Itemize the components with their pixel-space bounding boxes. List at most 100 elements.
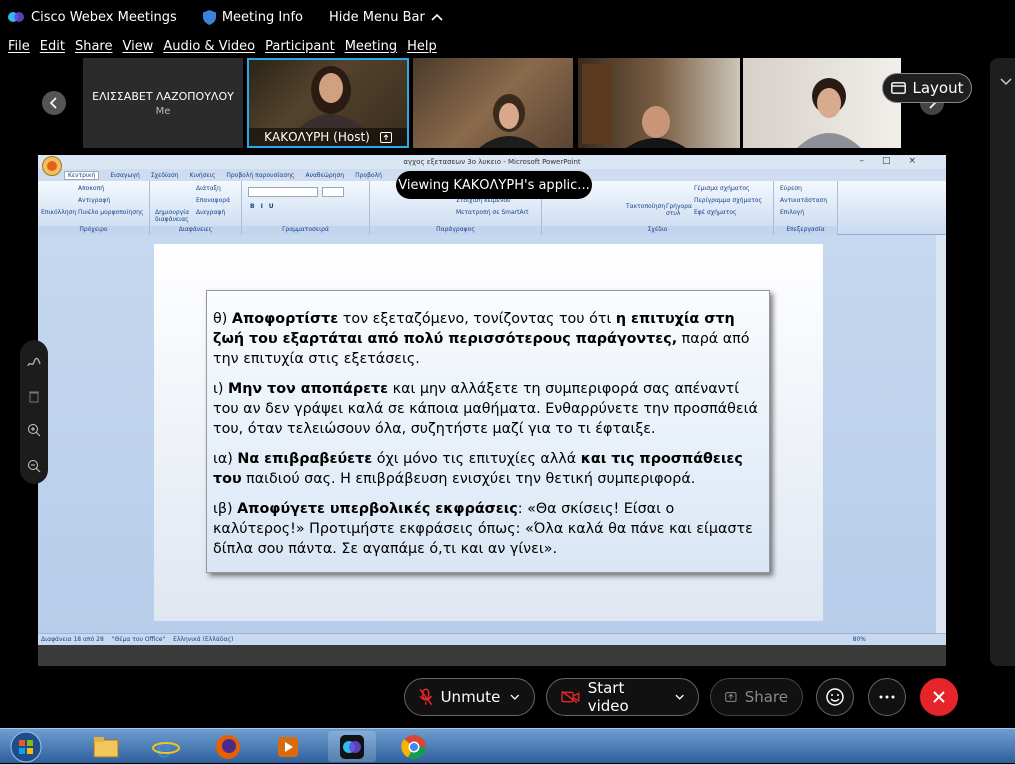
meeting-info-button[interactable]: Meeting Info [202,9,303,25]
ppt-tab-review[interactable]: Αναθεώρηση [306,172,345,179]
ribbon-group-slides: Δημιουργία διαφάνειας Διάταξη Επαναφορά … [150,181,242,235]
ppt-tab-design[interactable]: Σχεδίαση [151,172,179,179]
meeting-controls: Unmute Start video Share [0,668,1015,728]
chevron-up-icon [431,13,443,21]
share-button[interactable]: Share [710,678,803,716]
menu-file[interactable]: File [8,39,30,54]
annotate-pen-icon[interactable] [27,354,41,368]
font-size-select[interactable] [322,187,344,197]
host-name: ΚΑΚΟΛΥΡΗ (Host) [264,130,370,144]
firefox-taskbar-button[interactable] [204,731,252,762]
more-options-button[interactable] [868,678,906,716]
powerpoint-taskbar-button[interactable] [264,731,312,762]
ppt-tab-insert[interactable]: Εισαγωγή [110,172,140,179]
quick-styles-button[interactable]: Γρήγορα στυλ [666,203,692,217]
menu-edit[interactable]: Edit [40,39,65,54]
ppt-tab-home[interactable]: Κεντρική [64,170,100,180]
participant-tile-host[interactable]: ΚΑΚΟΛΥΡΗ (Host) [247,58,409,148]
chrome-taskbar-button[interactable] [390,731,438,762]
slide-text-box[interactable]: θ) Αποφορτίστε τον εξεταζόμενο, τονίζοντ… [206,290,770,573]
shape-fill-button[interactable]: Γέμισμα σχήματος [694,185,750,192]
ppt-slide-area[interactable]: θ) Αποφορτίστε τον εξεταζόμενο, τονίζοντ… [38,235,946,636]
menu-audio-video[interactable]: Audio & Video [163,39,255,54]
trash-icon[interactable] [27,388,41,403]
delete-slide-button[interactable]: Διαγραφή [196,209,225,216]
reset-button[interactable]: Επαναφορά [196,197,230,204]
menu-view[interactable]: View [122,39,153,54]
start-button[interactable] [0,731,52,762]
layout-button[interactable]: Layout [882,73,972,103]
para-text: όχι μόνο τις επιτυχίες αλλά [372,451,581,467]
arrange-button[interactable]: Τακτοποίηση [626,203,665,210]
webex-logo-icon [8,12,24,22]
participant-tile-2[interactable] [413,58,573,148]
menu-bar: File Edit Share View Audio & Video Parti… [0,36,1015,56]
start-video-button[interactable]: Start video [546,678,699,716]
replace-button[interactable]: Αντικατάσταση [780,197,827,204]
ppt-tab-animations[interactable]: Κινήσεις [190,172,216,179]
shape-outline-button[interactable]: Περίγραμμα σχήματος [694,197,762,204]
cut-button[interactable]: Αποκοπή [78,185,104,192]
share-label: Share [744,688,788,706]
ppt-window-controls[interactable]: –□× [859,156,934,166]
chevron-down-icon[interactable] [1000,78,1012,86]
reactions-button[interactable] [816,678,854,716]
convert-smartart-button[interactable]: Μετατροπή σε SmartArt [456,209,528,216]
para-prefix: ια) [213,451,238,467]
ppt-tab-slideshow[interactable]: Προβολή παρουσίασης [226,172,294,179]
slide-paragraph: ι) Μην τον αποπάρετε και μην αλλάξετε τη… [213,379,765,439]
menu-share[interactable]: Share [75,39,113,54]
paste-button[interactable]: Επικόλληση [41,209,76,216]
ribbon-group-editing: Εύρεση Αντικατάσταση Επιλογή Επεξεργασία [774,181,838,235]
slide[interactable]: θ) Αποφορτίστε τον εξεταζόμενο, τονίζοντ… [154,244,823,621]
menu-help[interactable]: Help [407,39,437,54]
font-format-buttons[interactable]: BIU [250,203,280,210]
close-icon [933,691,945,703]
copy-button[interactable]: Αντιγραφή [78,197,110,204]
menu-meeting[interactable]: Meeting [345,39,397,54]
participant-role: Me [155,105,171,117]
menu-participant[interactable]: Participant [265,39,335,54]
hide-menu-bar-button[interactable]: Hide Menu Bar [329,10,443,25]
status-zoom[interactable]: 80% [853,636,866,643]
shape-effects-button[interactable]: Εφέ σχήματος [694,209,737,216]
office-button-icon[interactable] [42,156,62,176]
participant-tile-me[interactable]: ΕΛΙΣΣΑΒΕΤ ΛΑΖΟΠΟΥΛΟΥ Me [83,58,243,148]
ppt-status-bar: Διαφάνεια 18 από 28 "Θέμα του Office" Ελ… [38,633,946,645]
share-icon [725,692,737,702]
webex-taskbar-button[interactable] [328,731,376,762]
format-painter-button[interactable]: Πινέλο μορφοποίησης [78,209,143,216]
ppt-vertical-scrollbar[interactable] [936,235,946,636]
find-button[interactable]: Εύρεση [780,185,802,192]
right-side-panel [990,58,1015,666]
folder-icon [93,736,119,757]
ie-taskbar-button[interactable]: e [142,731,190,762]
font-name-select[interactable] [248,187,318,197]
select-button[interactable]: Επιλογή [780,209,804,216]
group-label-drawing: Σχέδιο [542,226,773,235]
chevron-down-icon[interactable] [675,694,684,700]
previous-participants-button[interactable] [42,91,66,115]
ppt-tab-view[interactable]: Προβολή [355,172,382,179]
group-label-slides: Διαφάνειες [150,226,241,235]
shared-application-view[interactable]: αγχος εξετασεων 3ο λυκειο - Microsoft Po… [38,155,946,666]
hide-menu-bar-label: Hide Menu Bar [328,9,425,25]
layout-ribbon-button[interactable]: Διάταξη [196,185,221,192]
para-prefix: θ) [213,311,232,327]
ppt-title-bar: αγχος εξετασεων 3ο λυκειο - Microsoft Po… [38,155,946,176]
zoom-in-icon[interactable] [27,422,41,437]
slide-paragraph: θ) Αποφορτίστε τον εξεταζόμενο, τονίζοντ… [213,309,765,369]
explorer-taskbar-button[interactable] [82,731,130,762]
chevron-down-icon[interactable] [510,694,520,700]
zoom-out-icon[interactable] [27,458,41,473]
para-bold: Να επιβραβεύετε [237,451,373,467]
participant-tile-4[interactable] [743,58,901,148]
para-bold: Αποφύγετε υπερβολικές εκφράσεις [237,501,518,517]
leave-meeting-button[interactable] [920,678,958,716]
unmute-button[interactable]: Unmute [404,678,535,716]
new-slide-button[interactable]: Δημιουργία διαφάνειας [155,209,191,223]
app-title: Cisco Webex Meetings [31,9,177,25]
participant-tile-3[interactable] [578,58,740,148]
para-prefix: ι) [213,381,228,397]
video-feed-host [299,66,363,128]
